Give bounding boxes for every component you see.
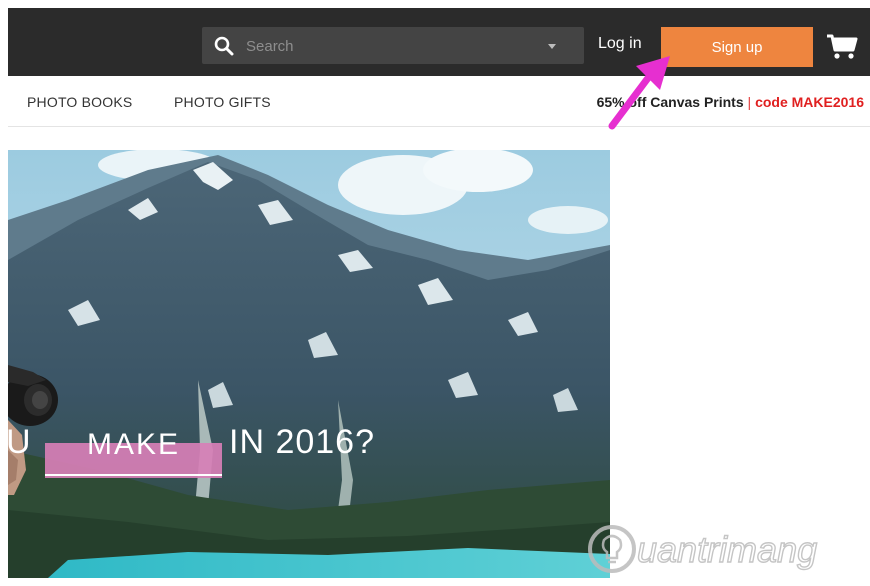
chevron-down-icon[interactable] — [548, 44, 556, 49]
search-input[interactable] — [244, 27, 538, 66]
headline-left: U — [8, 423, 32, 461]
category-nav: PHOTO BOOKS PHOTO GIFTS 65% off Canvas P… — [8, 76, 870, 127]
search-box[interactable] — [202, 27, 584, 66]
make-word: MAKE — [86, 428, 181, 461]
cart-icon[interactable] — [826, 33, 858, 61]
page: Log in Sign up PHOTO BOOKS PHOTO GIFTS 6… — [0, 0, 870, 586]
mountain-photo — [8, 150, 610, 578]
promo-banner[interactable]: 65% off Canvas Prints | code MAKE2016 — [597, 94, 864, 110]
promo-code: code MAKE2016 — [755, 94, 864, 110]
promo-text: 65% off Canvas Prints — [596, 94, 744, 110]
nav-item-photo-gifts[interactable]: PHOTO GIFTS — [174, 94, 271, 110]
watermark-logo: uantrimang — [588, 525, 818, 573]
signup-button[interactable]: Sign up — [661, 27, 813, 67]
watermark-text: uantrimang — [637, 529, 817, 570]
search-icon[interactable] — [214, 36, 234, 56]
top-strip — [0, 0, 870, 8]
login-link[interactable]: Log in — [598, 35, 642, 53]
nav-item-photo-books[interactable]: PHOTO BOOKS — [27, 94, 132, 110]
promo-separator: | — [747, 94, 752, 110]
hero-image[interactable]: U MAKE IN 2016? — [8, 150, 610, 578]
make-underline — [45, 474, 222, 476]
headline-right: IN 2016? — [229, 423, 375, 461]
